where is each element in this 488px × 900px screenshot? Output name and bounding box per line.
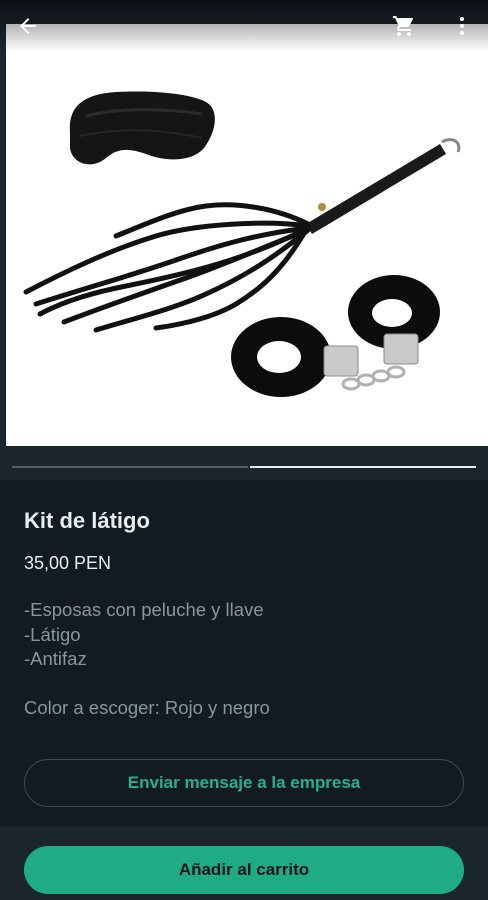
product-image[interactable] — [6, 24, 488, 446]
more-options-button[interactable] — [444, 8, 480, 44]
arrow-left-icon — [20, 18, 36, 34]
add-to-cart-button[interactable]: Añadir al carrito — [24, 846, 464, 894]
more-vert-icon — [460, 17, 464, 35]
gallery-indicator-1[interactable] — [12, 466, 248, 468]
product-price: 35,00 PEN — [24, 553, 112, 573]
color-note: Color a escoger: Rojo y negro — [24, 697, 270, 718]
description-line: -Antifaz — [24, 648, 87, 669]
gallery-indicator-2-active[interactable] — [250, 466, 476, 468]
top-app-bar — [0, 0, 488, 52]
product-description: -Esposas con peluche y llave -Látigo -An… — [24, 598, 464, 721]
cart-button[interactable] — [386, 8, 422, 44]
message-business-button[interactable]: Enviar mensaje a la empresa — [24, 759, 464, 807]
shopping-cart-icon — [393, 16, 413, 36]
product-photo-illustration — [23, 91, 461, 397]
product-gallery[interactable] — [0, 0, 488, 480]
description-line: -Látigo — [24, 623, 81, 645]
product-title: Kit de látigo — [24, 508, 150, 533]
description-line: -Esposas con peluche y llave — [24, 599, 264, 620]
back-button[interactable] — [10, 8, 46, 44]
